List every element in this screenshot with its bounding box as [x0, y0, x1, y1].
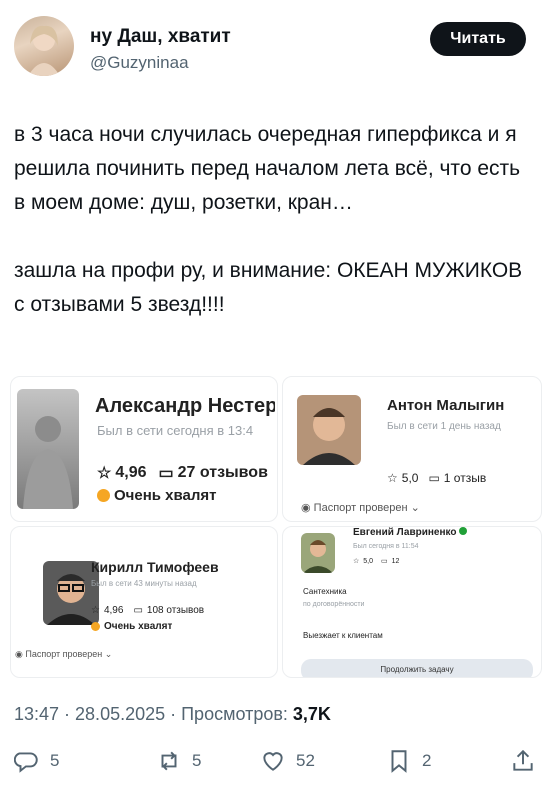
rating-row-1: ☆ 4,96 ▭ 27 отзывов — [97, 463, 275, 483]
reviews-count-3: 108 отзывов — [146, 605, 205, 616]
shield-icon: ◉ — [301, 502, 311, 514]
badge-icon — [97, 489, 110, 502]
reply-button[interactable]: 5 — [14, 748, 59, 774]
reviews-count-1: 27 отзывов — [177, 464, 268, 481]
share-button[interactable] — [510, 748, 536, 774]
badge-label-1: Очень хвалят — [114, 487, 217, 504]
profile-card-1: Александр Нестеров Был в сети сегодня в … — [10, 376, 278, 522]
passport-verified-2: ◉ Паспорт проверен ⌄ — [301, 501, 420, 514]
rating-value-4: 5,0 — [363, 557, 374, 565]
badge-icon — [91, 622, 100, 631]
profile-card-3: Кирилл Тимофеев Был в сети 43 минуты наз… — [10, 526, 278, 678]
category-4: Сантехника — [303, 587, 347, 596]
profile-status-4: Был сегодня в 11:54 — [353, 543, 419, 550]
repost-icon — [161, 751, 177, 771]
tweet-image[interactable]: Александр Нестеров Был в сети сегодня в … — [10, 376, 542, 678]
badge-row-3: Очень хвалят — [91, 621, 172, 632]
profile-status-3: Был в сети 43 минуты назад — [91, 579, 197, 588]
passport-label-3: Паспорт проверен ⌄ — [25, 649, 113, 659]
profile-name-4: Евгений Лавриненко — [353, 527, 539, 538]
badge-label-3: Очень хвалят — [104, 621, 173, 632]
repost-count: 5 — [192, 751, 202, 770]
comment-icon: ▭ — [158, 465, 174, 482]
rating-row-4: ☆ 5,0 ▭ 12 — [353, 557, 400, 566]
profile-name-3: Кирилл Тимофеев — [91, 559, 219, 575]
profile-card-4: Евгений Лавриненко Был сегодня в 11:54 ☆… — [282, 526, 542, 678]
star-icon: ☆ — [353, 558, 360, 565]
rating-value-3: 4,96 — [103, 605, 124, 616]
avatar[interactable] — [14, 16, 74, 76]
continue-task-button[interactable]: Продолжить задачу — [301, 659, 533, 677]
star-icon: ☆ — [387, 471, 398, 485]
user-handle[interactable]: @Guzyninaa — [90, 53, 189, 73]
rating-row-2: ☆ 5,0 ▭ 1 отзыв — [387, 471, 486, 485]
view-count: 3,7K — [292, 704, 331, 724]
reply-count: 5 — [50, 751, 60, 770]
profile-card-2: Антон Малыгин Был в сети 1 день назад ☆ … — [282, 376, 542, 522]
repost-button[interactable]: 5 — [156, 748, 201, 774]
bookmark-icon — [391, 750, 407, 773]
comment-icon: ▭ — [428, 471, 440, 485]
rating-value-2: 5,0 — [401, 471, 419, 485]
shield-icon: ◉ — [15, 649, 23, 659]
comment-icon: ▭ — [381, 558, 388, 565]
profile-name-2: Антон Малыгин — [387, 397, 505, 414]
like-button[interactable]: 52 — [260, 748, 315, 774]
passport-verified-3: ◉ Паспорт проверен ⌄ — [15, 649, 112, 660]
bookmark-count: 2 — [422, 751, 432, 770]
rating-row-3: ☆ 4,96 ▭ 108 отзывов — [91, 605, 204, 616]
share-icon — [513, 749, 533, 771]
profile-name-1: Александр Нестеров — [95, 395, 275, 417]
action-bar: 5 5 52 2 — [14, 748, 540, 788]
photo-2 — [297, 395, 361, 465]
like-count: 52 — [296, 751, 315, 770]
rating-value-1: 4,96 — [115, 464, 147, 481]
tweet-text: в 3 часа ночи случилась очередная гиперф… — [14, 123, 523, 316]
star-icon: ☆ — [91, 605, 100, 616]
display-name[interactable]: ну Даш, хватит — [90, 26, 231, 48]
star-icon: ☆ — [97, 465, 112, 482]
verified-icon — [459, 527, 468, 535]
profile-status-1: Был в сети сегодня в 13:4 — [97, 423, 254, 438]
pricing-4: по договорённости — [303, 601, 365, 608]
reply-icon — [14, 752, 38, 773]
heart-icon — [263, 752, 283, 771]
tweet-meta: 13:47 · 28.05.2025 · Просмотров: 3,7K — [14, 704, 331, 725]
bookmark-button[interactable]: 2 — [386, 748, 431, 774]
travel-4: Выезжает к клиентам — [303, 631, 383, 640]
badge-row-1: Очень хвалят — [97, 487, 217, 504]
continue-task-label: Продолжить задачу — [380, 665, 454, 674]
profile-status-2: Был в сети 1 день назад — [387, 421, 501, 432]
tweet-timestamp[interactable]: 13:47 · 28.05.2025 · Просмотров: — [14, 704, 293, 724]
photo-1 — [17, 389, 79, 509]
reviews-count-2: 1 отзыв — [443, 471, 487, 485]
photo-4 — [301, 533, 335, 573]
reviews-count-4: 12 — [391, 557, 400, 565]
comment-icon: ▭ — [133, 605, 143, 616]
follow-button[interactable]: Читать — [430, 22, 526, 56]
passport-label-2: Паспорт проверен ⌄ — [313, 502, 420, 514]
